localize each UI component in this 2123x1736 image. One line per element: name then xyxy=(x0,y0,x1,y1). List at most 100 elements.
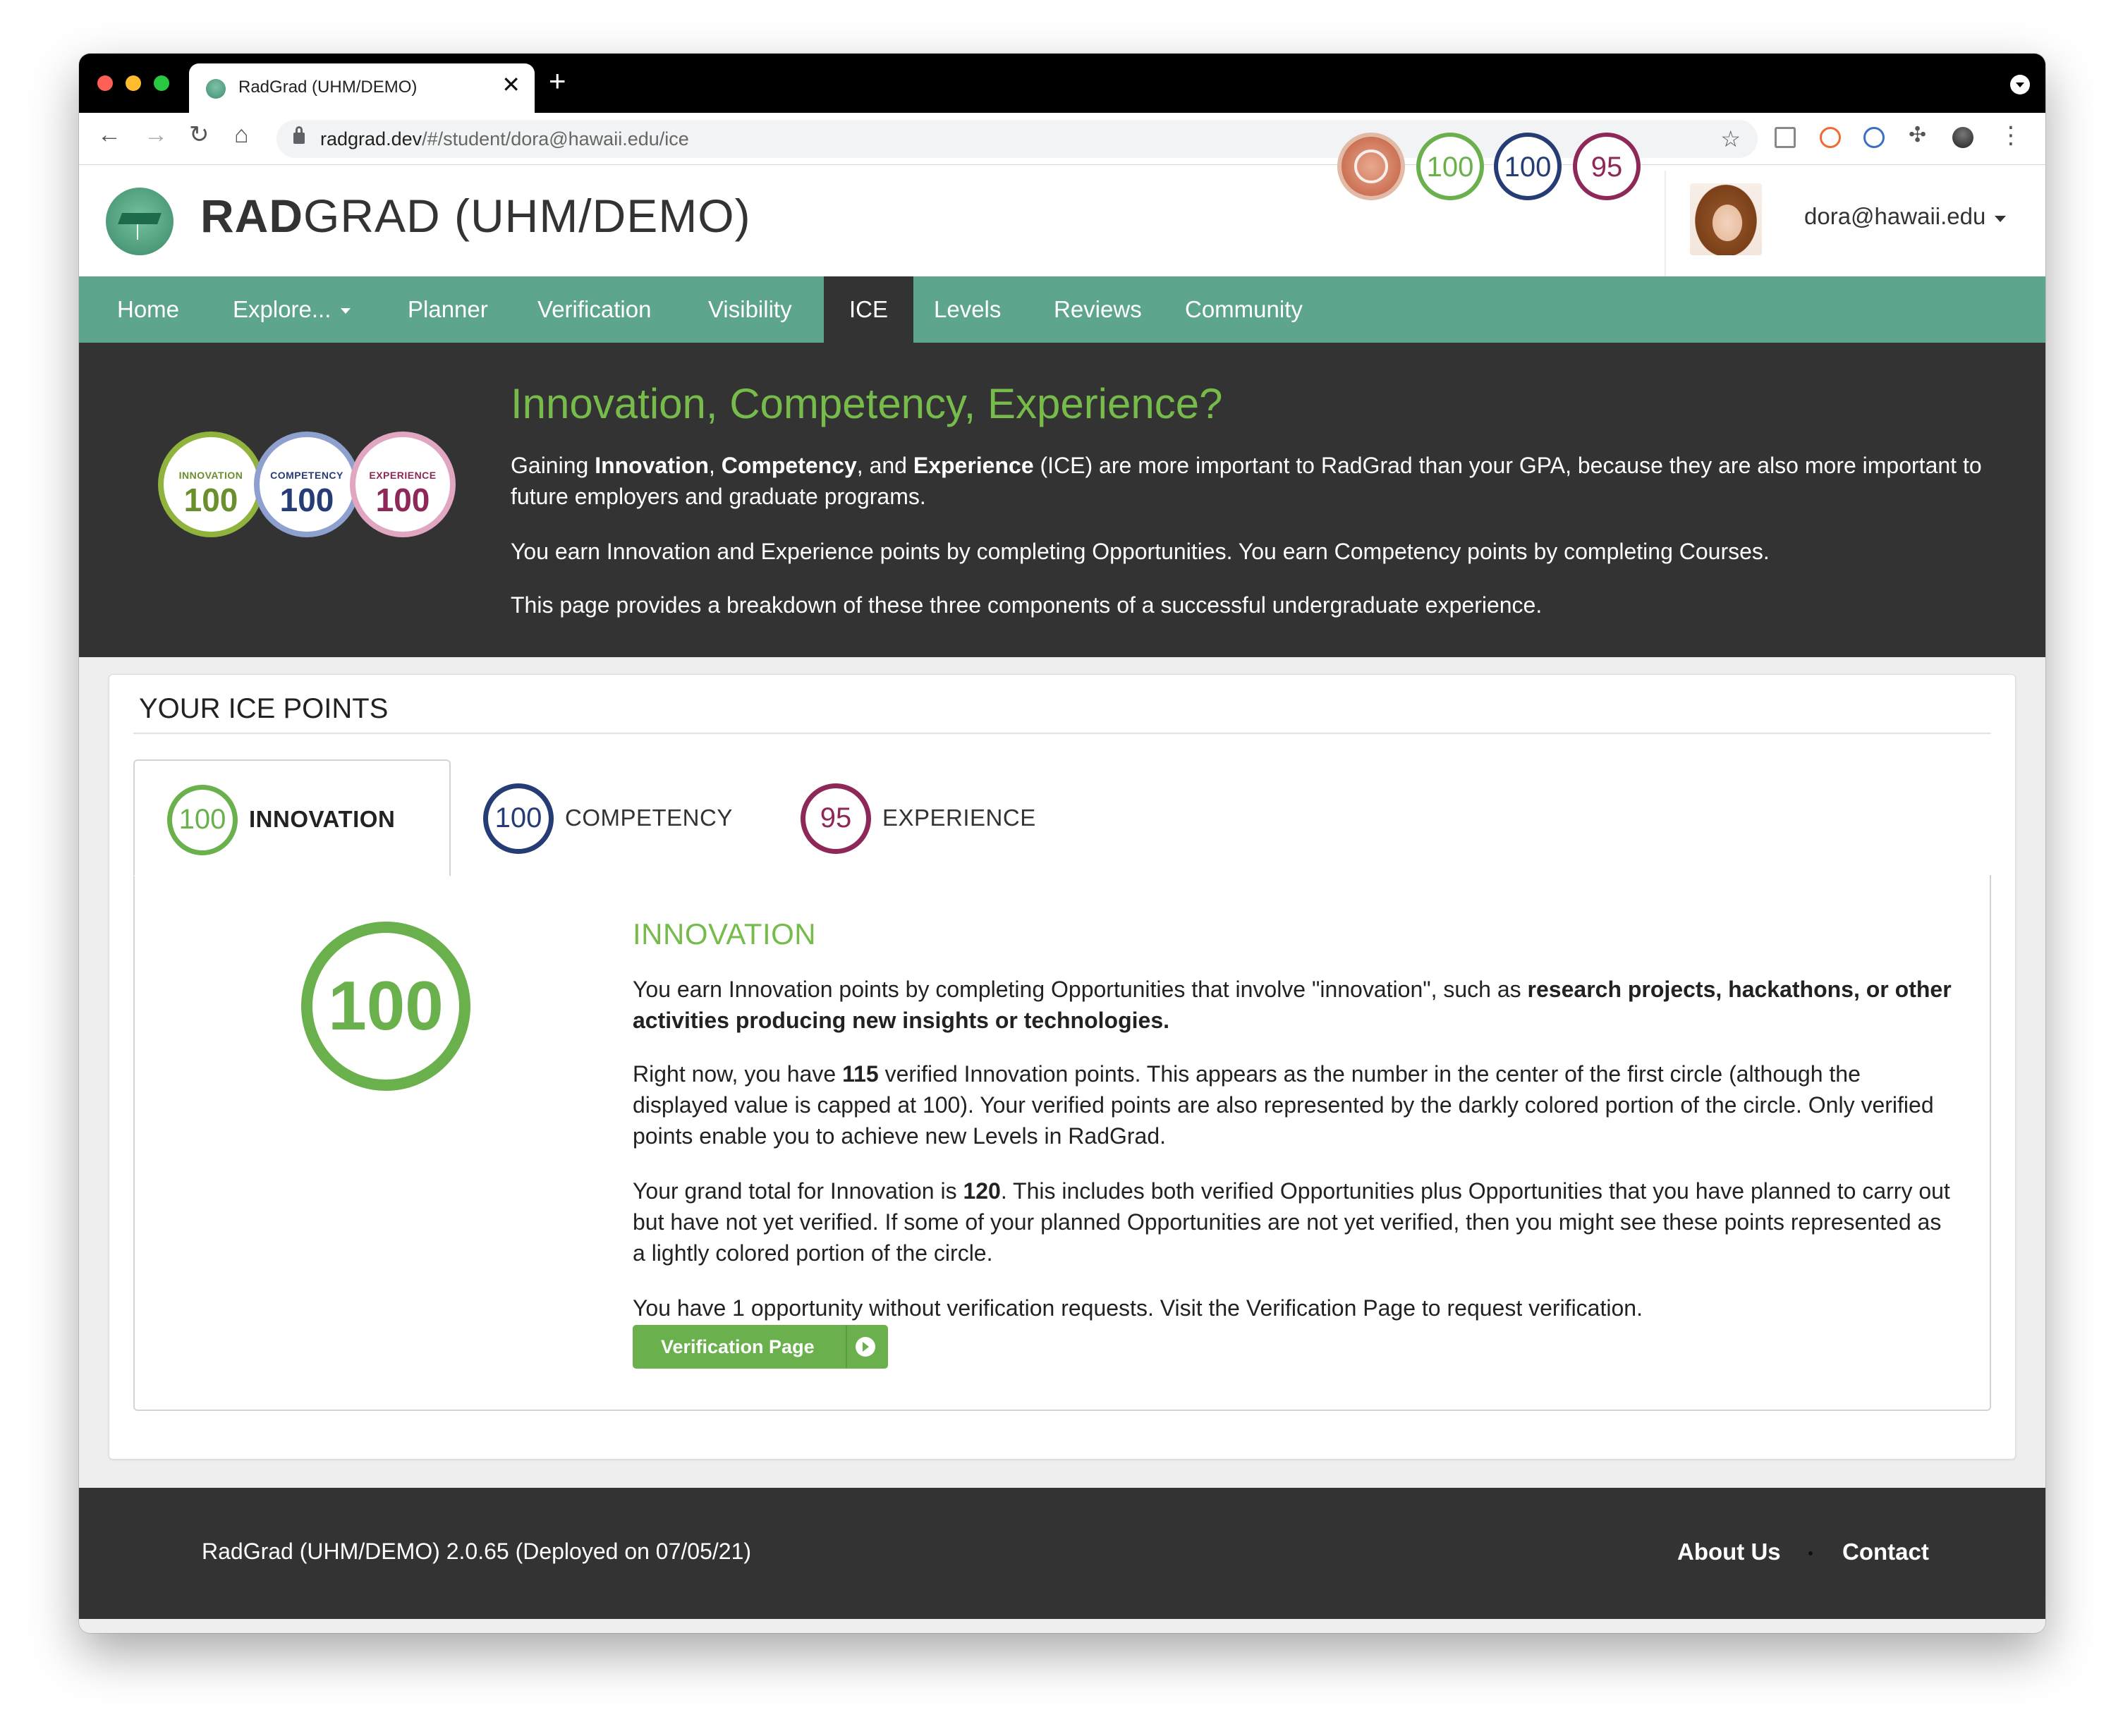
browser-window: RadGrad (UHM/DEMO) ✕ + ← → ↻ ⌂ radgrad.d… xyxy=(79,54,2045,1633)
bookmark-star-icon[interactable]: ☆ xyxy=(1720,126,1741,152)
tab-competency[interactable]: 100 COMPETENCY xyxy=(451,759,768,876)
header-divider xyxy=(1665,171,1666,276)
nav-community-label: Community xyxy=(1185,296,1303,322)
tab-innovation-label: INNOVATION xyxy=(249,806,396,832)
nav-reviews[interactable]: Reviews xyxy=(1028,276,1167,343)
home-icon[interactable]: ⌂ xyxy=(234,123,249,147)
hero-experience-badge: EXPERIENCE 100 xyxy=(350,432,456,537)
main-nav: Home Explore... Planner Verification Vis… xyxy=(79,276,2045,343)
tab-experience-circle: 95 xyxy=(801,783,871,854)
nav-visibility[interactable]: Visibility xyxy=(683,276,817,343)
verified-points-value: 115 xyxy=(842,1061,879,1087)
grand-total-value: 120 xyxy=(963,1178,1001,1204)
minimize-window-button[interactable] xyxy=(126,75,141,91)
chevron-down-icon xyxy=(341,308,351,314)
header-competency-circle[interactable]: 100 xyxy=(1494,133,1562,200)
detail-paragraph-1: You earn Innovation points by completing… xyxy=(633,974,1959,1036)
tab-innovation[interactable]: 100 INNOVATION xyxy=(133,759,451,876)
tab-experience[interactable]: 95 EXPERIENCE xyxy=(768,759,1085,876)
ice-points-card: YOUR ICE POINTS 100 INNOVATION 100 COMPE… xyxy=(109,674,2016,1460)
nav-verification[interactable]: Verification xyxy=(512,276,676,343)
nav-ice-label: ICE xyxy=(849,296,889,322)
hero-competency-label: COMPETENCY xyxy=(270,470,343,481)
url-host: radgrad.dev xyxy=(320,128,422,149)
tab-competency-label: COMPETENCY xyxy=(565,805,733,831)
radgrad-favicon-icon xyxy=(206,79,226,99)
hero-competency-badge: COMPETENCY 100 xyxy=(254,432,360,537)
hero-bold-competency: Competency xyxy=(721,453,857,478)
tab-search-icon[interactable] xyxy=(2010,75,2030,94)
nav-levels[interactable]: Levels xyxy=(908,276,1026,343)
header-innovation-circle[interactable]: 100 xyxy=(1416,133,1484,200)
arrow-right-circle-icon xyxy=(856,1337,875,1357)
hero-text-run: , and xyxy=(856,453,913,478)
hero-experience-label: EXPERIENCE xyxy=(369,470,437,481)
hero-text-run: Gaining xyxy=(511,453,595,478)
tab-experience-label: EXPERIENCE xyxy=(882,805,1036,831)
zoom-window-button[interactable] xyxy=(154,75,169,91)
level-badge-icon[interactable] xyxy=(1337,133,1405,200)
browser-tab-strip: RadGrad (UHM/DEMO) ✕ + xyxy=(79,54,2045,113)
hero-text-run: , xyxy=(708,453,722,478)
nav-home[interactable]: Home xyxy=(92,276,205,343)
page-footer: RadGrad (UHM/DEMO) 2.0.65 (Deployed on 0… xyxy=(79,1488,2045,1619)
nav-explore[interactable]: Explore... xyxy=(207,276,376,343)
forward-arrow-icon[interactable]: → xyxy=(144,123,168,147)
hero-bold-experience: Experience xyxy=(913,453,1034,478)
about-us-link[interactable]: About Us xyxy=(1677,1539,1781,1565)
extensions-puzzle-icon[interactable]: ✣ xyxy=(1909,123,1930,147)
detail-paragraph-3: Your grand total for Innovation is 120. … xyxy=(633,1175,1959,1269)
bottom-strip xyxy=(79,1619,2045,1633)
reader-extension-icon[interactable] xyxy=(1775,127,1796,148)
nav-home-label: Home xyxy=(117,296,180,322)
verification-page-button[interactable]: Verification Page xyxy=(633,1325,888,1369)
hero-innovation-value: 100 xyxy=(183,482,238,518)
hero-paragraph-1: Gaining Innovation, Competency, and Expe… xyxy=(511,450,2027,512)
url-path: /#/student/dora@hawaii.edu/ice xyxy=(422,128,689,149)
browser-tab-title: RadGrad (UHM/DEMO) xyxy=(238,78,418,97)
footer-dot xyxy=(1808,1551,1813,1555)
header-experience-circle[interactable]: 95 xyxy=(1573,133,1641,200)
button-divider xyxy=(846,1325,847,1369)
tab-competency-circle: 100 xyxy=(483,783,554,854)
app-brand[interactable]: RADGRAD (UHM/DEMO) xyxy=(200,189,751,243)
user-menu[interactable]: dora@hawaii.edu xyxy=(1804,203,1985,230)
nav-levels-label: Levels xyxy=(934,296,1002,322)
radgrad-logo-icon[interactable] xyxy=(106,188,174,255)
back-arrow-icon[interactable]: ← xyxy=(97,123,121,147)
footer-version: RadGrad (UHM/DEMO) 2.0.65 (Deployed on 0… xyxy=(202,1539,752,1564)
browser-menu-icon[interactable]: ⋮ xyxy=(1999,121,2023,149)
contact-link[interactable]: Contact xyxy=(1842,1539,1929,1565)
user-avatar[interactable] xyxy=(1690,183,1762,255)
nav-verification-label: Verification xyxy=(537,296,652,322)
innovation-score-circle: 100 xyxy=(301,922,470,1091)
lock-icon xyxy=(293,126,305,144)
profile-avatar-icon[interactable] xyxy=(1952,127,1973,148)
nav-planner-label: Planner xyxy=(408,296,488,322)
brand-rest: GRAD (UHM/DEMO) xyxy=(303,190,751,242)
level-flower-icon xyxy=(1354,149,1388,183)
url-text: radgrad.dev/#/student/dora@hawaii.edu/ic… xyxy=(320,128,689,150)
grammar-extension-icon[interactable] xyxy=(1863,127,1885,148)
nav-planner[interactable]: Planner xyxy=(382,276,513,343)
hero-paragraph-2: You earn Innovation and Experience point… xyxy=(511,539,1770,564)
nav-community[interactable]: Community xyxy=(1160,276,1328,343)
hero-innovation-label: INNOVATION xyxy=(178,470,243,481)
hero-experience-value: 100 xyxy=(375,482,430,518)
close-window-button[interactable] xyxy=(97,75,113,91)
reload-icon[interactable]: ↻ xyxy=(189,123,209,147)
detail-text-run: Your grand total for Innovation is xyxy=(633,1178,963,1204)
nav-reviews-label: Reviews xyxy=(1054,296,1142,322)
ice-hero-banner: INNOVATION 100 COMPETENCY 100 EXPERIENCE… xyxy=(79,343,2045,657)
nav-explore-label: Explore... xyxy=(233,296,331,322)
chevron-down-icon[interactable] xyxy=(1995,216,2006,222)
browser-toolbar: ← → ↻ ⌂ radgrad.dev/#/student/dora@hawai… xyxy=(79,113,2045,165)
new-tab-icon[interactable]: + xyxy=(549,66,566,96)
close-tab-icon[interactable]: ✕ xyxy=(501,73,521,96)
detail-text-run: You earn Innovation points by completing… xyxy=(633,977,1528,1002)
detail-text-run: Right now, you have xyxy=(633,1061,843,1087)
hero-competency-value: 100 xyxy=(279,482,334,518)
browser-tab[interactable]: RadGrad (UHM/DEMO) ✕ xyxy=(189,63,535,113)
b-extension-icon[interactable] xyxy=(1820,127,1841,148)
nav-ice[interactable]: ICE xyxy=(824,276,914,343)
